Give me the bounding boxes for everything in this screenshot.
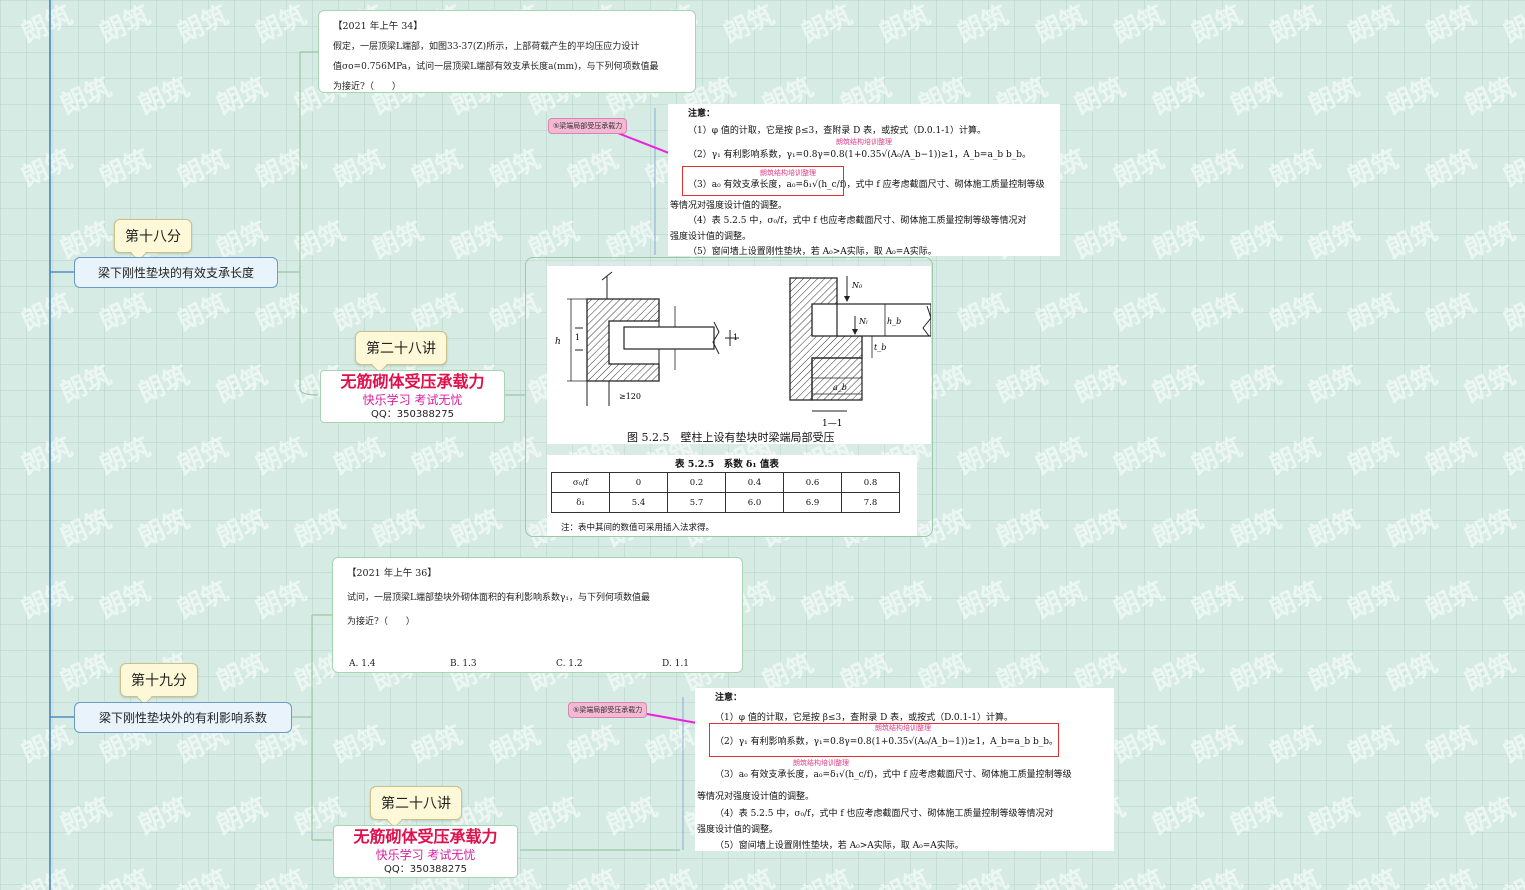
highlight-box [682, 166, 844, 196]
highlight-box [709, 723, 1059, 757]
notes-item: 等情况对强度设计值的调整。 [697, 792, 815, 802]
dim-one: 1 [575, 333, 580, 342]
table-row: δ₁ 5.4 5.7 6.0 6.9 7.8 [551, 492, 900, 513]
dim-ab: a_b [833, 383, 847, 392]
option-b[interactable]: B. 1.3 [450, 654, 556, 674]
lecture-title: 无筋砌体受压承载力 [340, 372, 485, 391]
question-box-36: 【2021 年上午 36】 试问，一层顶梁L端部垫块外砌体面积的有利影响系数γ₁… [332, 557, 743, 673]
notes-heading: 注意： [688, 109, 716, 119]
score-tag-19: 第十九分 [120, 663, 198, 697]
wall-pier-diagram: h 1 1 ≥120 N₀ Nₗ h_b t_b a_b 1—1 [555, 271, 932, 429]
question-line: 值σo=0.756MPa，试问一层顶梁L端部有效支承长度a(mm)，与下列何项数… [333, 62, 659, 72]
coef-table-sheet: 表 5.2.5 系数 δ₁ 值表 σ₀/f 0 0.2 0.4 0.6 0.8 … [547, 455, 917, 536]
topic-node-favorable-influence-coefficient[interactable]: 梁下刚性垫块外的有利影响系数 [74, 702, 292, 733]
lecture-qq: QQ：350388275 [383, 864, 467, 875]
notes-item: 强度设计值的调整。 [697, 825, 779, 835]
notes-item: （4）表 5.2.5 中，σ₀/f，式中 f 也应考虑截面尺寸、砌体施工质量控制… [688, 216, 1027, 226]
question-header: 【2021 年上午 36】 [347, 568, 437, 579]
dim-ge120: ≥120 [619, 392, 641, 401]
notes-heading: 注意： [715, 693, 743, 703]
lecture-subtitle: 快乐学习 考试无忧 [362, 393, 463, 407]
lecture-title: 无筋砌体受压承载力 [353, 827, 498, 846]
question-header: 【2021 年上午 34】 [333, 21, 423, 32]
notes-item: （1）φ 值的计取，它是按 β≤3，查附录 D 表，或按式（D.0.1-1）计算… [688, 126, 986, 136]
stamp-text: 朗筑结构培训整理 [836, 138, 892, 146]
link-tag-local-compression[interactable]: ⑤梁端局部受压承载力 [548, 118, 628, 134]
table-row: σ₀/f 0 0.2 0.4 0.6 0.8 [551, 472, 900, 493]
lecture-subtitle: 快乐学习 考试无忧 [375, 848, 476, 862]
figure-5-2-5: h 1 1 ≥120 N₀ Nₗ h_b t_b a_b 1—1 图 5.2.5… [547, 266, 932, 444]
question-line: 试问，一层顶梁L端部垫块外砌体面积的有利影响系数γ₁，与下列何项数值最 [347, 593, 650, 603]
dim-h: h [555, 337, 561, 347]
notes-item: （5）窗间墙上设置刚性垫块，若 A₀>A实际，取 A₀=A实际。 [688, 247, 937, 257]
lecture-tag-28: 第二十八讲 [370, 786, 462, 820]
dim-tb: t_b [874, 343, 886, 352]
table-note: 注：表中其间的数值可采用插入法求得。 [561, 523, 715, 533]
row-header: σ₀/f [551, 472, 610, 493]
lecture-qq: QQ：350388275 [370, 409, 454, 420]
dim-n0: N₀ [851, 281, 863, 290]
dim-hb: h_b [887, 317, 901, 326]
question-line: 为接近?（ ） [347, 617, 415, 627]
table-title: 表 5.2.5 系数 δ₁ 值表 [675, 459, 779, 470]
figure-caption: 图 5.2.5 壁柱上设有垫块时梁端局部受压 [627, 431, 835, 444]
lecture-card-28[interactable]: 无筋砌体受压承载力 快乐学习 考试无忧 QQ：350388275 [320, 370, 505, 423]
notes-item: （2）γ₁ 有利影响系数，γ₁=0.8γ=0.8(1+0.35√(A₀/A_b−… [688, 150, 1031, 160]
table-cell: 0 [609, 472, 668, 493]
table-cell: 0.4 [725, 472, 784, 493]
notes-item: （3）a₀ 有效支承长度，a₀=δ₁√(h_c/f)，式中 f 应考虑截面尺寸、… [715, 770, 1072, 780]
notes-item: （4）表 5.2.5 中，σ₀/f，式中 f 也应考虑截面尺寸、砌体施工质量控制… [715, 809, 1054, 819]
lecture-tag-28: 第二十八讲 [355, 331, 447, 365]
notes-item: 等情况对强度设计值的调整。 [670, 201, 788, 211]
option-d[interactable]: D. 1.1 [662, 654, 689, 674]
option-a[interactable]: A. 1.4 [349, 654, 450, 674]
notes-item: （5）窗间墙上设置刚性垫块，若 A₀>A实际，取 A₀=A实际。 [715, 841, 964, 851]
section-label: 1—1 [822, 419, 842, 429]
table-cell: 5.7 [667, 492, 726, 513]
question-line: 为接近?（ ） [333, 82, 401, 92]
table-cell: 0.2 [667, 472, 726, 493]
coef-table: σ₀/f 0 0.2 0.4 0.6 0.8 δ₁ 5.4 5.7 6.0 6.… [551, 472, 900, 513]
lecture-card-28[interactable]: 无筋砌体受压承载力 快乐学习 考试无忧 QQ：350388275 [333, 825, 518, 878]
table-cell: 0.8 [841, 472, 900, 493]
notes-sheet-19: 注意： （1）φ 值的计取，它是按 β≤3，查附录 D 表，或按式（D.0.1-… [695, 688, 1114, 851]
notes-item: 强度设计值的调整。 [670, 232, 752, 242]
table-cell: 6.0 [725, 492, 784, 513]
table-cell: 7.8 [841, 492, 900, 513]
topic-node-effective-bearing-length[interactable]: 梁下刚性垫块的有效支承长度 [74, 257, 278, 288]
notes-sheet-18: 注意： （1）φ 值的计取，它是按 β≤3，查附录 D 表，或按式（D.0.1-… [668, 104, 1060, 257]
score-tag-18: 第十八分 [114, 219, 192, 253]
question-line: 假定，一层顶梁L端部，如图33-37(Z)所示，上部荷载产生的平均压应力设计 [333, 42, 640, 52]
table-cell: 5.4 [609, 492, 668, 513]
answer-options: A. 1.4 B. 1.3 C. 1.2 D. 1.1 [349, 654, 729, 674]
dim-nl: Nₗ [858, 317, 868, 326]
option-c[interactable]: C. 1.2 [556, 654, 662, 674]
link-tag-local-compression[interactable]: ⑤梁端局部受压承载力 [568, 702, 648, 718]
dim-one: 1 [733, 333, 738, 342]
row-header: δ₁ [551, 492, 610, 513]
question-box-34: 【2021 年上午 34】 假定，一层顶梁L端部，如图33-37(Z)所示，上部… [318, 10, 696, 93]
notes-item: （1）φ 值的计取，它是按 β≤3，查附录 D 表，或按式（D.0.1-1）计算… [715, 713, 1013, 723]
table-cell: 0.6 [783, 472, 842, 493]
table-cell: 6.9 [783, 492, 842, 513]
